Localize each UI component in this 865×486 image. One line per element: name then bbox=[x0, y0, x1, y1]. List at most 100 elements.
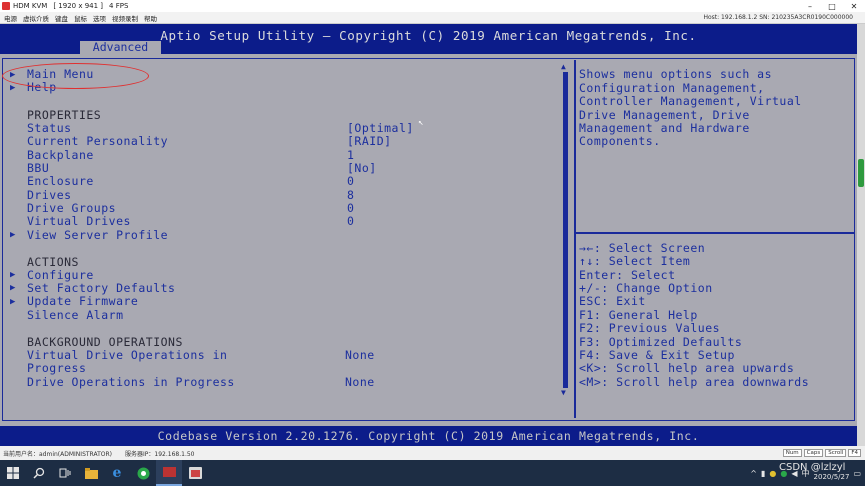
chevron-up-icon[interactable]: ^ bbox=[750, 469, 757, 478]
bg-op-value-drive: None bbox=[345, 375, 375, 389]
prop-label-enclosure: Enclosure bbox=[27, 174, 94, 188]
menu-virtual-media[interactable]: 虚拟介质 bbox=[23, 13, 49, 23]
prop-label-drives: Drives bbox=[27, 188, 72, 202]
windows-taskbar: e ^ ▮ ● ● ◀ 中 2020/5/27 ▭ bbox=[0, 460, 865, 486]
help-text-line: Configuration Management, bbox=[579, 81, 765, 95]
key-legend-select-item: ↑↓: Select Item bbox=[579, 254, 691, 268]
kvm-app-icon bbox=[2, 2, 10, 10]
menu-item-silence-alarm[interactable]: Silence Alarm bbox=[27, 308, 124, 322]
submenu-arrow-icon: ▶ bbox=[10, 230, 16, 240]
maximize-icon[interactable]: □ bbox=[821, 0, 843, 12]
app-icon-green[interactable] bbox=[130, 460, 156, 486]
menu-mouse[interactable]: 鼠标 bbox=[74, 13, 87, 23]
prop-value-personality[interactable]: [RAID] bbox=[347, 134, 392, 148]
close-icon[interactable]: ✕ bbox=[843, 0, 865, 12]
menu-power[interactable]: 电源 bbox=[4, 13, 17, 23]
prop-label-virtual-drives: Virtual Drives bbox=[27, 214, 131, 228]
prop-value-bbu[interactable]: [No] bbox=[347, 161, 377, 175]
mouse-cursor-icon: ↖ bbox=[418, 118, 424, 128]
kvm-host-info: Host: 192.168.1.2 SN: 210235A3CR0190C000… bbox=[703, 14, 853, 21]
kvm-task-icon[interactable] bbox=[156, 460, 182, 486]
caps-lock-indicator: Caps bbox=[803, 449, 824, 457]
key-legend-m: <M>: Scroll help area downwards bbox=[579, 375, 810, 389]
menu-item-configure[interactable]: Configure bbox=[27, 268, 94, 282]
search-icon[interactable] bbox=[26, 460, 52, 486]
key-legend-f2: F2: Previous Values bbox=[579, 321, 721, 335]
prop-value-backplane: 1 bbox=[347, 148, 355, 162]
submenu-arrow-icon: ▶ bbox=[10, 270, 16, 280]
kvm-statusbar: 当前用户名：admin(ADMINISTRATOR) 服务器IP：192.168… bbox=[0, 446, 865, 460]
prop-value-enclosure: 0 bbox=[347, 174, 355, 188]
num-lock-indicator: Num bbox=[782, 449, 802, 457]
minimize-icon[interactable]: – bbox=[799, 0, 821, 12]
task-view-icon[interactable] bbox=[52, 460, 78, 486]
help-text-line: Drive Management, Drive bbox=[579, 108, 750, 122]
prop-value-status[interactable]: [Optimal] bbox=[347, 121, 414, 135]
kvm-side-scrollbar[interactable] bbox=[857, 24, 865, 446]
bg-op-label-vd-line1: Virtual Drive Operations in bbox=[27, 348, 228, 362]
windows-start-icon[interactable] bbox=[0, 460, 26, 486]
prop-label-bbu: BBU bbox=[27, 161, 50, 175]
prop-label-status: Status bbox=[27, 121, 72, 135]
status-user: 当前用户名：admin(ADMINISTRATOR) bbox=[3, 450, 113, 458]
key-legend-f1: F1: General Help bbox=[579, 308, 698, 322]
side-scroll-thumb[interactable] bbox=[858, 159, 864, 187]
bios-screen[interactable]: Aptio Setup Utility – Copyright (C) 2019… bbox=[0, 24, 857, 446]
scroll-down-arrow-icon[interactable]: ▼ bbox=[561, 388, 566, 397]
kvm-resolution: [ 1920 x 941 ] bbox=[53, 2, 104, 10]
prop-value-drives: 8 bbox=[347, 188, 355, 202]
properties-header: PROPERTIES bbox=[27, 108, 102, 122]
help-text-line: Controller Management, Virtual bbox=[579, 94, 802, 108]
bios-footer: Codebase Version 2.20.1276. Copyright (C… bbox=[0, 426, 857, 446]
prop-value-virtual-drives: 0 bbox=[347, 214, 355, 228]
scroll-lock-indicator: Scroll bbox=[825, 449, 847, 457]
menu-item-update-firmware[interactable]: Update Firmware bbox=[27, 294, 138, 308]
background-ops-header: BACKGROUND OPERATIONS bbox=[27, 335, 183, 349]
scroll-up-arrow-icon[interactable]: ▲ bbox=[561, 62, 566, 71]
submenu-arrow-icon: ▶ bbox=[10, 297, 16, 307]
prop-label-personality: Current Personality bbox=[27, 134, 169, 148]
bg-op-label-vd-line2: Progress bbox=[27, 361, 87, 375]
menu-options[interactable]: 选项 bbox=[93, 13, 106, 23]
menu-item-view-server-profile[interactable]: View Server Profile bbox=[27, 228, 168, 242]
key-legend-esc: ESC: Exit bbox=[579, 294, 646, 308]
prop-label-backplane: Backplane bbox=[27, 148, 94, 162]
menu-help[interactable]: 帮助 bbox=[144, 13, 157, 23]
key-legend-enter: Enter: Select bbox=[579, 268, 676, 282]
key-legend-f3: F3: Optimized Defaults bbox=[579, 335, 743, 349]
scrollbar-thumb[interactable] bbox=[563, 72, 568, 388]
notification-icon[interactable]: ▭ bbox=[853, 469, 861, 478]
network-icon[interactable]: ▮ bbox=[761, 469, 765, 478]
key-legend-f4: F4: Save & Exit Setup bbox=[579, 348, 735, 362]
status-server-ip: 服务器IP：192.168.1.50 bbox=[125, 450, 195, 458]
lock-key-indicators: Num Caps Scroll F4 bbox=[782, 449, 861, 457]
menu-item-set-factory-defaults[interactable]: Set Factory Defaults bbox=[27, 281, 175, 295]
help-separator bbox=[576, 232, 854, 234]
tab-advanced[interactable]: Advanced bbox=[80, 41, 161, 54]
actions-header: ACTIONS bbox=[27, 255, 79, 269]
ie-browser-icon[interactable]: e bbox=[104, 460, 130, 486]
pane-divider bbox=[574, 60, 576, 418]
help-text-line: Shows menu options such as bbox=[579, 67, 773, 81]
file-explorer-icon[interactable] bbox=[78, 460, 104, 486]
menu-keyboard[interactable]: 键盘 bbox=[55, 13, 68, 23]
key-legend-change-option: +/-: Change Option bbox=[579, 281, 713, 295]
tray-app-icon[interactable]: ● bbox=[769, 469, 776, 478]
key-legend-select-screen: →←: Select Screen bbox=[579, 241, 706, 255]
app-icon-red[interactable] bbox=[182, 460, 208, 486]
csdn-watermark: CSDN @lzlzyl bbox=[779, 462, 846, 473]
annotation-ellipse bbox=[2, 63, 149, 89]
kvm-titlebar: HDM KVM [ 1920 x 941 ] 4 FPS – □ ✕ bbox=[0, 0, 865, 12]
kvm-fps: 4 FPS bbox=[109, 2, 129, 10]
help-text-line: Management and Hardware bbox=[579, 121, 750, 135]
key-legend-k: <K>: Scroll help area upwards bbox=[579, 361, 795, 375]
prop-value-drive-groups: 0 bbox=[347, 201, 355, 215]
kvm-menubar: 电源 虚拟介质 键盘 鼠标 选项 视频录制 帮助 Host: 192.168.1… bbox=[0, 12, 865, 24]
submenu-arrow-icon: ▶ bbox=[10, 283, 16, 293]
menu-video-record[interactable]: 视频录制 bbox=[112, 13, 138, 23]
taskbar-date: 2020/5/27 bbox=[813, 473, 850, 481]
kvm-title: HDM KVM bbox=[13, 2, 48, 10]
f4-indicator: F4 bbox=[848, 449, 861, 457]
bios-header: Aptio Setup Utility – Copyright (C) 2019… bbox=[0, 24, 857, 54]
help-text-line: Components. bbox=[579, 134, 661, 148]
